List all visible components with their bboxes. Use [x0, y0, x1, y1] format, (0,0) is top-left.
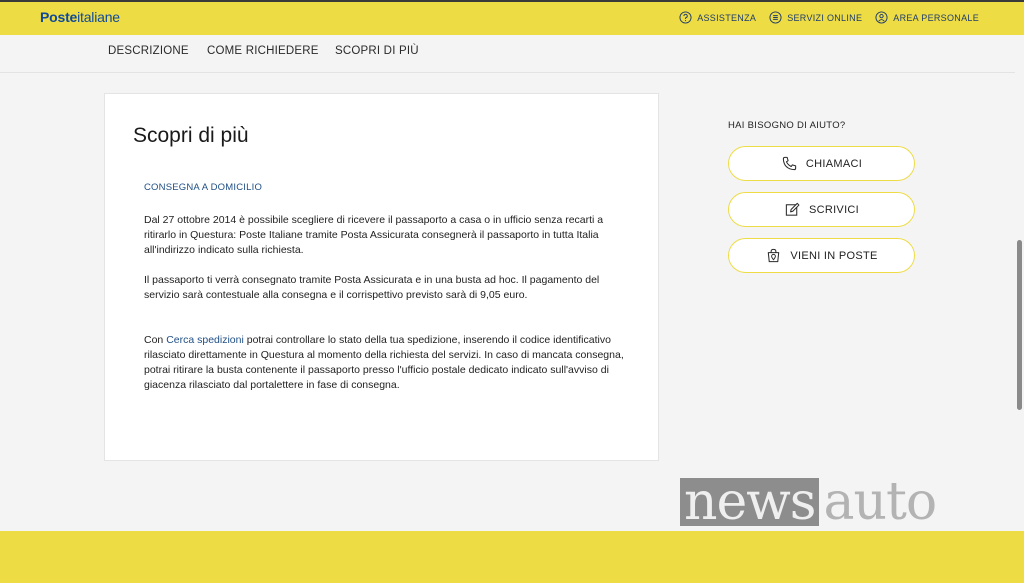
cerca-spedizioni-link[interactable]: Cerca spedizioni: [166, 334, 244, 346]
logo-text-light: italiane: [77, 9, 120, 25]
paragraph-2: Il passaporto ti verrà consegnato tramit…: [144, 274, 600, 301]
area-personale-label: AREA PERSONALE: [893, 12, 979, 23]
section-nav: DESCRIZIONE COME RICHIEDERE SCOPRI DI PI…: [0, 35, 1015, 73]
chiamaci-label: CHIAMACI: [805, 157, 863, 170]
vieni-in-poste-button[interactable]: VIENI IN POSTE: [728, 238, 915, 273]
help-title: HAI BISOGNO DI AIUTO?: [728, 120, 846, 131]
watermark-news: news: [680, 476, 820, 528]
phone-icon: [782, 156, 797, 171]
scrivici-label: SCRIVICI: [808, 203, 860, 216]
logo-text-bold: Poste: [40, 9, 78, 25]
content-card: Scopri di più CONSEGNA A DOMICILIO Dal 2…: [104, 93, 659, 461]
top-links: ASSISTENZA SERVIZI ONLINE AREA PERSONALE: [666, 11, 979, 24]
top-header: Posteitaliane ASSISTENZA SERVIZI ONLINE …: [0, 0, 1024, 35]
tab-scopri-di-piu[interactable]: SCOPRI DI PIÙ: [335, 45, 419, 57]
paragraph-3-prefix: Con: [144, 334, 167, 346]
scrivici-button[interactable]: SCRIVICI: [728, 192, 915, 227]
paragraph-3: Con Cerca spedizioni potrai controllare …: [144, 333, 629, 393]
assistenza-label: ASSISTENZA: [697, 12, 757, 23]
servizi-online-label: SERVIZI ONLINE: [787, 12, 863, 23]
assistenza-link[interactable]: ASSISTENZA: [679, 11, 756, 24]
scrollbar-thumb[interactable]: [1017, 240, 1022, 410]
paragraph-1: Dal 27 ottobre 2014 è possibile sceglier…: [144, 214, 604, 256]
question-circle-icon: [679, 11, 692, 24]
area-personale-link[interactable]: AREA PERSONALE: [875, 11, 979, 24]
tab-come-richiedere[interactable]: COME RICHIEDERE: [207, 45, 319, 57]
list-circle-icon: [769, 11, 782, 24]
page-title: Scopri di più: [133, 124, 249, 147]
poste-italiane-logo[interactable]: Posteitaliane: [40, 9, 120, 25]
chiamaci-button[interactable]: CHIAMACI: [728, 146, 915, 181]
tab-descrizione[interactable]: DESCRIZIONE: [108, 45, 189, 57]
section-label: CONSEGNA A DOMICILIO: [144, 182, 263, 193]
location-bag-icon: [768, 248, 780, 263]
user-circle-icon: [875, 11, 888, 24]
pencil-icon: [785, 202, 800, 216]
newsauto-watermark: news auto: [680, 472, 937, 532]
watermark-auto: auto: [823, 472, 937, 532]
footer-band: [0, 531, 1024, 583]
servizi-online-link[interactable]: SERVIZI ONLINE: [769, 11, 862, 24]
vieni-in-poste-label: VIENI IN POSTE: [790, 249, 878, 262]
